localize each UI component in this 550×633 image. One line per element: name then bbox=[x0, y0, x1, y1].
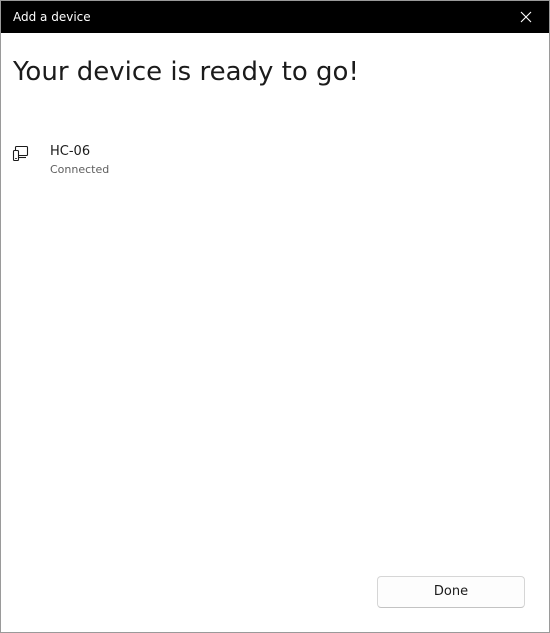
page-title: Your device is ready to go! bbox=[13, 57, 359, 87]
devices-icon bbox=[12, 145, 32, 163]
device-status: Connected bbox=[50, 163, 110, 176]
device-list-item: HC-06 Connected bbox=[12, 143, 312, 179]
add-device-dialog: Add a device Your device is ready to go!… bbox=[0, 0, 550, 633]
title-bar[interactable]: Add a device bbox=[1, 1, 549, 33]
close-button[interactable] bbox=[503, 1, 549, 33]
close-icon bbox=[520, 11, 532, 23]
device-name: HC-06 bbox=[50, 144, 91, 159]
window-title: Add a device bbox=[13, 10, 91, 24]
done-button[interactable]: Done bbox=[377, 576, 525, 608]
